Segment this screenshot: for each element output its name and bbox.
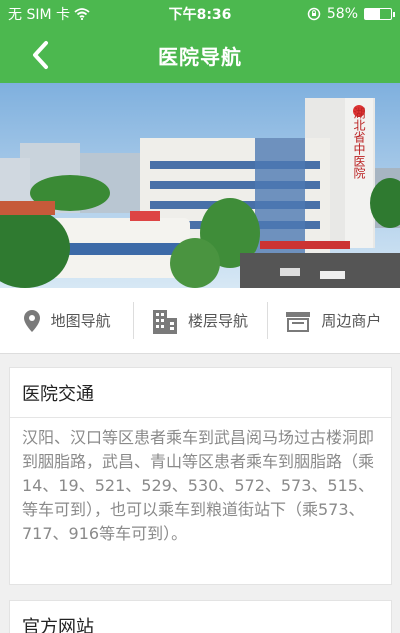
building-icon [152, 309, 177, 334]
svg-text:湖北省中医院: 湖北省中医院 [352, 106, 366, 179]
transport-title: 医院交通 [10, 368, 391, 418]
battery-percent: 58% [326, 6, 358, 22]
nav-bar: 医院导航 [0, 28, 400, 83]
tab-map-navigation[interactable]: 地图导航 [0, 288, 133, 353]
carrier-label: 无 SIM 卡 [8, 7, 70, 23]
battery-icon [364, 8, 395, 20]
wifi-icon [74, 8, 90, 20]
back-icon[interactable] [26, 37, 58, 73]
transport-card: 医院交通 汉阳、汉口等区患者乘车到武昌阅马场过古楼洞即到胭脂路，武昌、青山等区患… [9, 367, 392, 585]
transport-text: 汉阳、汉口等区患者乘车到武昌阅马场过古楼洞即到胭脂路，武昌、青山等区患者乘车到胭… [22, 428, 375, 543]
website-title: 官方网站 [10, 601, 391, 633]
status-right: 58% [307, 6, 395, 22]
store-icon [286, 311, 311, 332]
tab-label: 地图导航 [50, 312, 111, 330]
nav-tabs: 地图导航 楼层导航 周边商户 [0, 288, 400, 354]
website-card[interactable]: 官方网站 [9, 600, 392, 633]
battery-fill [365, 9, 381, 19]
tab-floor-navigation[interactable]: 楼层导航 [133, 288, 266, 353]
orientation-lock-icon [307, 7, 321, 21]
hospital-photo: 湖北省中医院 [0, 83, 400, 288]
tab-label: 周边商户 [321, 312, 382, 330]
tab-nearby-merchants[interactable]: 周边商户 [266, 288, 400, 353]
page-title: 医院导航 [158, 45, 242, 69]
tab-label: 楼层导航 [187, 312, 248, 330]
status-bar: 无 SIM 卡 下午8:36 58% [0, 0, 400, 28]
map-pin-icon [23, 309, 40, 332]
status-left: 无 SIM 卡 [8, 4, 90, 24]
